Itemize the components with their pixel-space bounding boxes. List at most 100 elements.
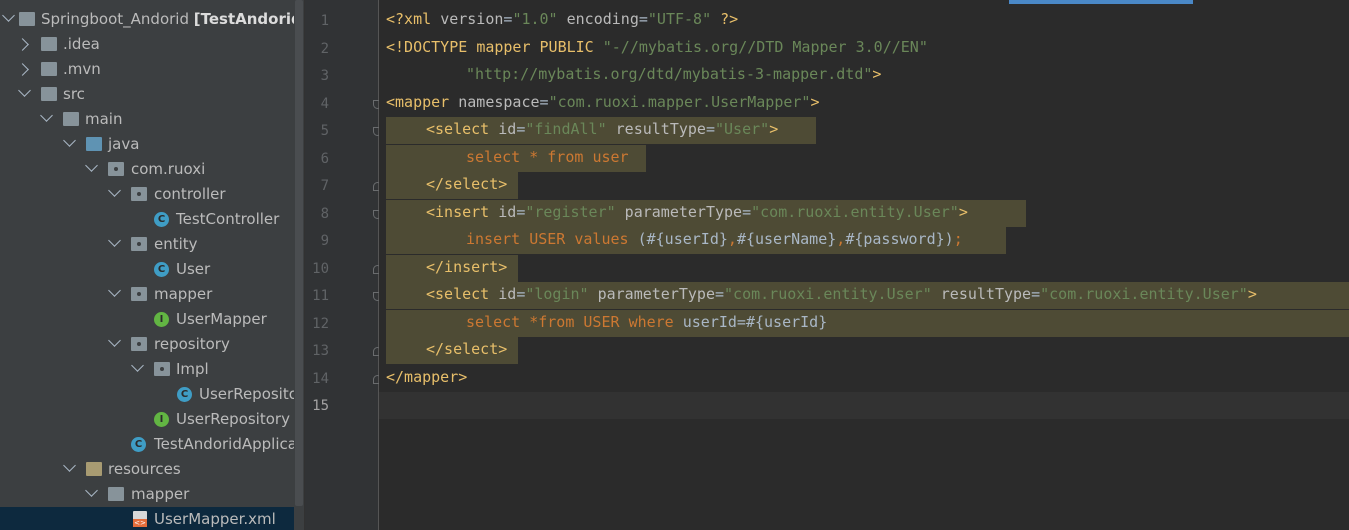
tree-item-label: TestController [176, 210, 280, 228]
code-line[interactable]: <insert id="register" parameterType="com… [379, 200, 1349, 227]
chevron-down-icon[interactable] [85, 159, 98, 172]
line-number: 14 [312, 371, 329, 387]
chevron-right-icon[interactable] [16, 38, 29, 51]
tree-item-usermapper-xml[interactable]: UserMapper.xml [0, 507, 294, 530]
tree-item-label: .mvn [63, 60, 101, 78]
tree-item-controller[interactable]: controller [0, 182, 294, 207]
chevron-down-icon[interactable] [63, 134, 76, 147]
code-text: </mapper> [386, 368, 468, 386]
tree-item-application[interactable]: C TestAndoridApplicat [0, 432, 294, 457]
chevron-down-icon[interactable] [63, 459, 76, 472]
chevron-down-icon[interactable] [108, 284, 121, 297]
spring-boot-class-icon: C [131, 437, 146, 452]
line-number: 12 [312, 316, 329, 332]
tree-item-label: src [63, 85, 85, 103]
chevron-down-icon[interactable] [85, 484, 98, 497]
tree-item-src[interactable]: src [0, 82, 294, 107]
interface-icon: I [154, 412, 169, 427]
code-text: </insert> [426, 258, 508, 276]
code-text: <insert id="register" parameterType="com… [426, 203, 968, 221]
code-line[interactable]: "http://mybatis.org/dtd/mybatis-3-mapper… [379, 62, 1349, 89]
chevron-right-icon[interactable] [16, 63, 29, 76]
editor-gutter: 1 2 3 4 5 6 7 8 9 10 11 12 13 14 15 [305, 0, 382, 530]
tree-item-label: controller [154, 185, 226, 203]
tree-item-repository[interactable]: repository [0, 332, 294, 357]
tree-item-label: java [108, 135, 140, 153]
tree-item-com-ruoxi[interactable]: com.ruoxi [0, 157, 294, 182]
code-line[interactable]: <?xml version="1.0" encoding="UTF-8" ?> [379, 7, 1349, 34]
code-line[interactable]: <!DOCTYPE mapper PUBLIC "-//mybatis.org/… [379, 35, 1349, 62]
tree-item-main[interactable]: main [0, 107, 294, 132]
code-text: <select id="login" parameterType="com.ru… [426, 285, 1257, 303]
line-number-current: 15 [312, 398, 329, 414]
class-icon: C [154, 262, 169, 277]
code-line[interactable]: <mapper namespace="com.ruoxi.mapper.User… [379, 90, 1349, 117]
tree-item-project-root[interactable]: Springboot_Andorid [TestAndorid] [0, 7, 294, 32]
tree-item-label: Impl [176, 360, 209, 378]
tree-item-usermapper[interactable]: I UserMapper [0, 307, 294, 332]
code-line[interactable]: </insert> [379, 255, 1349, 282]
package-icon [108, 162, 124, 176]
project-tree: Springboot_Andorid [TestAndorid] .idea .… [0, 0, 294, 530]
line-number: 11 [312, 288, 329, 304]
tree-item-label: UserRepositor [199, 385, 294, 403]
tree-item-label: entity [154, 235, 198, 253]
tree-item-label: resources [108, 460, 181, 478]
tree-item-user[interactable]: C User [0, 257, 294, 282]
tree-scrollbar[interactable] [294, 0, 305, 530]
code-line[interactable]: insert USER values (#{userId},#{userName… [379, 227, 1349, 254]
code-text: <?xml version="1.0" encoding="UTF-8" ?> [386, 10, 739, 28]
tree-item-idea[interactable]: .idea [0, 32, 294, 57]
line-number: 3 [320, 68, 329, 84]
tree-scrollbar-thumb[interactable] [295, 0, 303, 506]
code-text: </select> [426, 340, 508, 358]
code-line[interactable]: <select id="findAll" resultType="User"> [379, 117, 1349, 144]
tree-item-testcontroller[interactable]: C TestController [0, 207, 294, 232]
tree-item-java[interactable]: java [0, 132, 294, 157]
editor-tab-strip [379, 0, 1349, 4]
code-text: </select> [426, 175, 508, 193]
code-line[interactable]: select *from USER where userId=#{userId} [379, 310, 1349, 337]
chevron-down-icon[interactable] [40, 109, 53, 122]
tree-item-label: UserRepository [176, 410, 290, 428]
folder-icon [41, 87, 57, 101]
tree-item-label: .idea [63, 35, 100, 53]
line-number: 6 [320, 151, 329, 167]
code-line[interactable]: <select id="login" parameterType="com.ru… [379, 282, 1349, 309]
package-icon [131, 337, 147, 351]
chevron-down-icon[interactable] [131, 359, 144, 372]
code-text: <mapper namespace="com.ruoxi.mapper.User… [386, 93, 820, 111]
code-line[interactable]: select * from user [379, 145, 1349, 172]
tree-item-resources[interactable]: resources [0, 457, 294, 482]
tree-item-userrepository[interactable]: I UserRepository [0, 407, 294, 432]
package-icon [131, 187, 147, 201]
chevron-down-icon[interactable] [108, 334, 121, 347]
code-line[interactable]: </mapper> [379, 365, 1349, 392]
tree-item-mapper-folder[interactable]: mapper [0, 482, 294, 507]
chevron-down-icon[interactable] [108, 234, 121, 247]
code-line[interactable]: </select> [379, 172, 1349, 199]
line-number: 2 [320, 41, 329, 57]
tree-item-label: repository [154, 335, 230, 353]
code-editor[interactable]: <?xml version="1.0" encoding="UTF-8" ?> … [379, 0, 1349, 530]
tree-item-mvn[interactable]: .mvn [0, 57, 294, 82]
tree-item-impl[interactable]: Impl [0, 357, 294, 382]
line-number: 5 [320, 123, 329, 139]
tree-item-mapper-package[interactable]: mapper [0, 282, 294, 307]
tree-item-label: TestAndoridApplicat [154, 435, 294, 453]
tree-item-userrepository-impl[interactable]: C UserRepositor [0, 382, 294, 407]
tree-item-label: com.ruoxi [131, 160, 206, 178]
module-folder-icon [19, 12, 35, 26]
xml-file-icon [133, 511, 147, 527]
active-tab-indicator [1009, 0, 1193, 4]
tree-item-entity[interactable]: entity [0, 232, 294, 257]
code-line[interactable]: </select> [379, 337, 1349, 364]
package-icon [131, 287, 147, 301]
chevron-down-icon[interactable] [18, 84, 31, 97]
chevron-down-icon[interactable] [108, 184, 121, 197]
tree-item-label: UserMapper [176, 310, 267, 328]
chevron-down-icon[interactable] [2, 9, 15, 22]
source-folder-icon [86, 137, 102, 151]
code-line-current[interactable] [379, 392, 1349, 419]
package-icon [154, 362, 170, 376]
